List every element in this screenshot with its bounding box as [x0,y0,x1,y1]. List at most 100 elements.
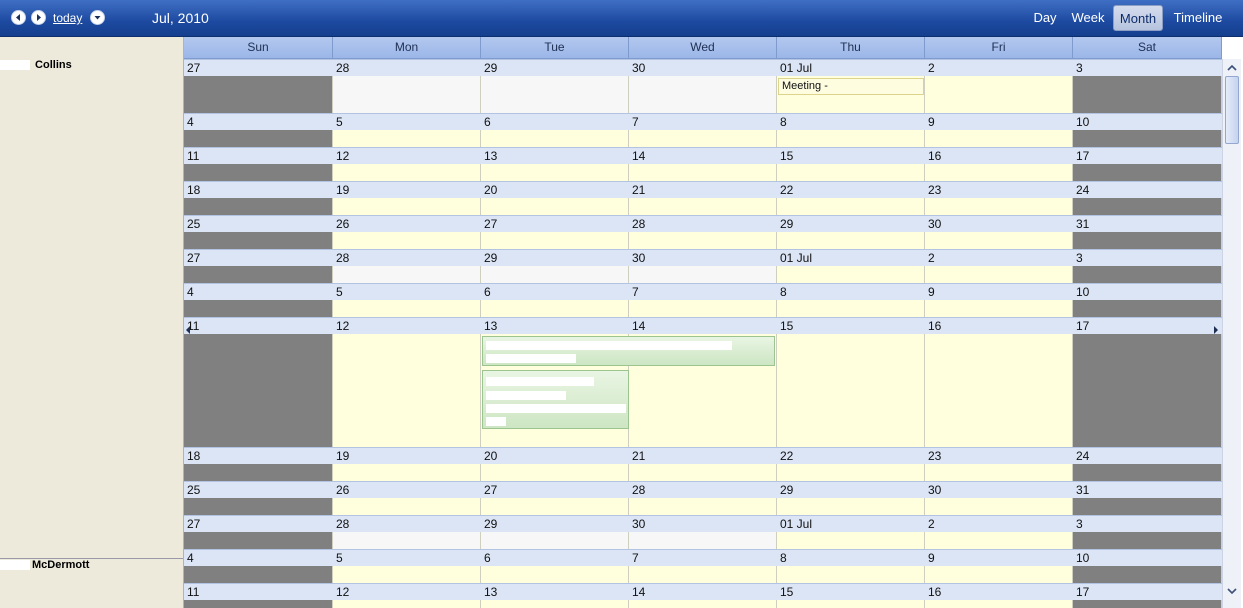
day-cell[interactable] [333,334,481,447]
day-number[interactable]: 01 Jul [777,516,925,533]
day-cell[interactable] [925,266,1073,283]
day-number[interactable]: 16 [925,318,1073,335]
day-cell[interactable] [481,164,629,181]
weekend-cell[interactable] [1073,532,1222,549]
day-number[interactable]: 28 [333,250,481,267]
day-number[interactable]: 6 [481,550,629,567]
day-cell[interactable] [777,498,925,515]
day-cell[interactable] [333,198,481,215]
day-number[interactable]: 17 [1073,318,1222,335]
day-number[interactable]: 26 [333,216,481,233]
day-cell[interactable] [777,266,925,283]
scroll-down-icon[interactable] [1224,583,1240,599]
day-number[interactable]: 10 [1073,114,1222,131]
day-number[interactable]: 12 [333,584,481,601]
day-cell[interactable] [777,164,925,181]
day-number[interactable]: 3 [1073,516,1222,533]
day-number[interactable]: 21 [629,448,777,465]
day-number[interactable]: 27 [481,482,629,499]
event-day[interactable] [482,370,629,429]
weekend-cell[interactable] [1073,498,1222,515]
day-number[interactable]: 25 [184,482,333,499]
next-arrow-icon[interactable] [31,10,46,25]
day-cell[interactable] [333,532,481,549]
day-cell[interactable] [629,130,777,147]
day-cell[interactable] [925,532,1073,549]
day-number[interactable]: 25 [184,216,333,233]
day-cell[interactable] [925,566,1073,583]
weekend-cell[interactable] [1073,164,1222,181]
day-number[interactable]: 30 [629,250,777,267]
day-cell[interactable] [333,498,481,515]
day-cell[interactable] [777,198,925,215]
day-cell[interactable] [481,130,629,147]
day-number[interactable]: 21 [629,182,777,199]
day-cell[interactable] [777,532,925,549]
day-cell[interactable] [333,300,481,317]
day-number[interactable]: 22 [777,448,925,465]
day-cell[interactable] [777,300,925,317]
day-number[interactable]: 29 [481,250,629,267]
day-number[interactable]: 8 [777,114,925,131]
day-number[interactable]: 27 [184,250,333,267]
view-tab-day[interactable]: Day [1029,5,1061,31]
day-number[interactable]: 23 [925,182,1073,199]
view-tab-month[interactable]: Month [1113,5,1163,31]
day-cell[interactable] [333,600,481,608]
day-cell[interactable] [629,266,777,283]
weekend-cell[interactable] [1073,232,1222,249]
day-number[interactable]: 15 [777,148,925,165]
day-number[interactable]: 10 [1073,550,1222,567]
day-number[interactable]: 13 [481,148,629,165]
day-cell[interactable] [481,566,629,583]
weekend-cell[interactable] [1073,130,1222,147]
weekend-cell[interactable] [184,498,333,515]
day-cell[interactable] [629,600,777,608]
day-cell[interactable] [777,232,925,249]
day-cell[interactable] [629,198,777,215]
day-number[interactable]: 31 [1073,482,1222,499]
view-tab-week[interactable]: Week [1068,5,1108,31]
day-number[interactable]: 29 [481,60,629,77]
day-cell[interactable] [481,464,629,481]
day-cell[interactable] [777,600,925,608]
day-cell[interactable] [777,566,925,583]
day-number[interactable]: 14 [629,318,777,335]
day-number[interactable]: 9 [925,550,1073,567]
day-cell[interactable] [629,232,777,249]
weekend-cell[interactable] [184,566,333,583]
event-meeting[interactable]: Meeting - [778,78,924,95]
day-number[interactable]: 29 [481,516,629,533]
day-cell[interactable] [777,130,925,147]
day-cell[interactable] [925,300,1073,317]
day-cell[interactable] [481,198,629,215]
day-number[interactable]: 6 [481,114,629,131]
weekend-cell[interactable] [1073,198,1222,215]
day-number[interactable]: 18 [184,182,333,199]
day-number[interactable]: 22 [777,182,925,199]
day-number[interactable]: 13 [481,584,629,601]
weekend-cell[interactable] [1073,76,1222,113]
weekend-cell[interactable] [184,266,333,283]
weekend-cell[interactable] [1073,334,1222,447]
day-number[interactable]: 12 [333,318,481,335]
day-number[interactable]: 28 [629,482,777,499]
day-number[interactable]: 30 [925,482,1073,499]
day-number[interactable]: 30 [629,516,777,533]
day-cell[interactable] [629,300,777,317]
day-cell[interactable] [925,600,1073,608]
chevron-down-icon[interactable] [90,10,105,25]
day-cell[interactable] [481,76,629,113]
day-number[interactable]: 10 [1073,284,1222,301]
view-tab-timeline[interactable]: Timeline [1170,5,1226,31]
day-number[interactable]: 8 [777,550,925,567]
weekend-cell[interactable] [1073,600,1222,608]
day-number[interactable]: 30 [925,216,1073,233]
weekend-cell[interactable] [184,600,333,608]
day-cell[interactable] [333,464,481,481]
day-cell[interactable] [925,76,1073,113]
day-number[interactable]: 29 [777,482,925,499]
day-number[interactable]: 16 [925,148,1073,165]
day-number[interactable]: 5 [333,550,481,567]
day-number[interactable]: 29 [777,216,925,233]
